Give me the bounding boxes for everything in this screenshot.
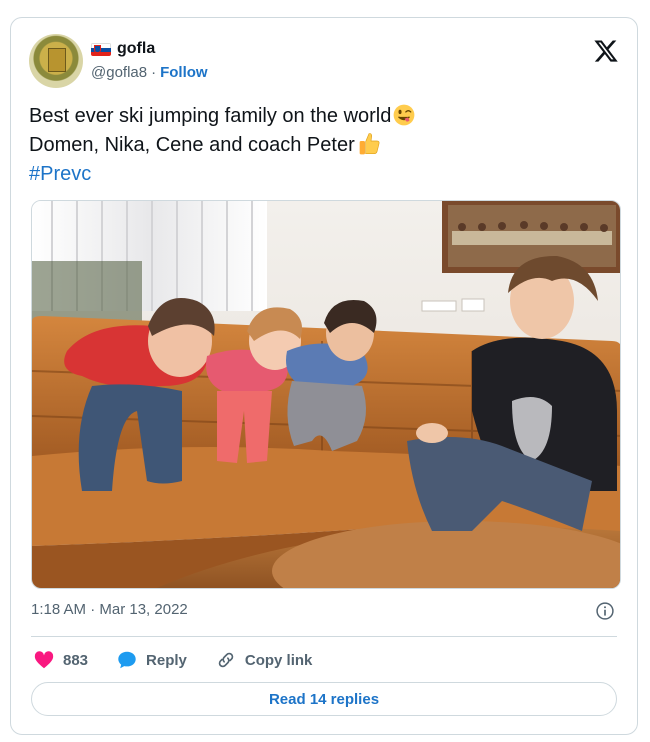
copy-link-action[interactable]: Copy link [215, 649, 313, 671]
tweet-text: Best ever ski jumping family on the worl… [29, 102, 415, 189]
tweet-text-line-2-text: Domen, Nika, Cene and coach Peter [29, 134, 355, 156]
info-icon[interactable] [595, 601, 615, 621]
winking-face-tongue-emoji [393, 104, 415, 126]
speech-bubble-icon [118, 651, 136, 669]
thumbs-up-emoji [359, 133, 380, 155]
tweet-text-line-1-text: Best ever ski jumping family on the worl… [29, 105, 392, 127]
tweet-actions: 883 Reply Copy link [33, 648, 340, 672]
heart-icon [34, 651, 54, 669]
tweet-text-line-2: Domen, Nika, Cene and coach Peter [29, 131, 415, 160]
tweet-photo[interactable] [31, 200, 621, 589]
hashtag-link[interactable]: #Prevc [29, 160, 415, 189]
author-handle[interactable]: @gofla8 [91, 64, 147, 81]
divider [31, 636, 617, 637]
tweet-timestamp[interactable]: 1:18 AM · Mar 13, 2022 [31, 601, 188, 618]
read-replies-button[interactable]: Read 14 replies [31, 682, 617, 716]
author-avatar[interactable] [29, 34, 83, 88]
tweet-text-line-1: Best ever ski jumping family on the worl… [29, 102, 415, 131]
photo-illustration [32, 201, 620, 588]
handle-separator: · [151, 64, 157, 81]
link-icon [218, 652, 234, 668]
reply-label: Reply [146, 651, 187, 669]
author-display-name[interactable]: gofla [117, 40, 155, 58]
author-handle-row: @gofla8 · Follow [91, 64, 208, 81]
like-action[interactable]: 883 [33, 649, 88, 671]
author-name-row: gofla [91, 38, 155, 60]
avatar-plaque [48, 48, 66, 72]
slovenia-flag-icon [91, 42, 111, 56]
reply-action[interactable]: Reply [116, 649, 187, 671]
like-count: 883 [63, 651, 89, 669]
x-logo-icon[interactable] [593, 38, 619, 64]
tweet-card: gofla @gofla8 · Follow Best ever ski jum… [10, 17, 638, 735]
follow-button[interactable]: Follow [160, 64, 208, 81]
copy-link-label: Copy link [244, 651, 313, 669]
